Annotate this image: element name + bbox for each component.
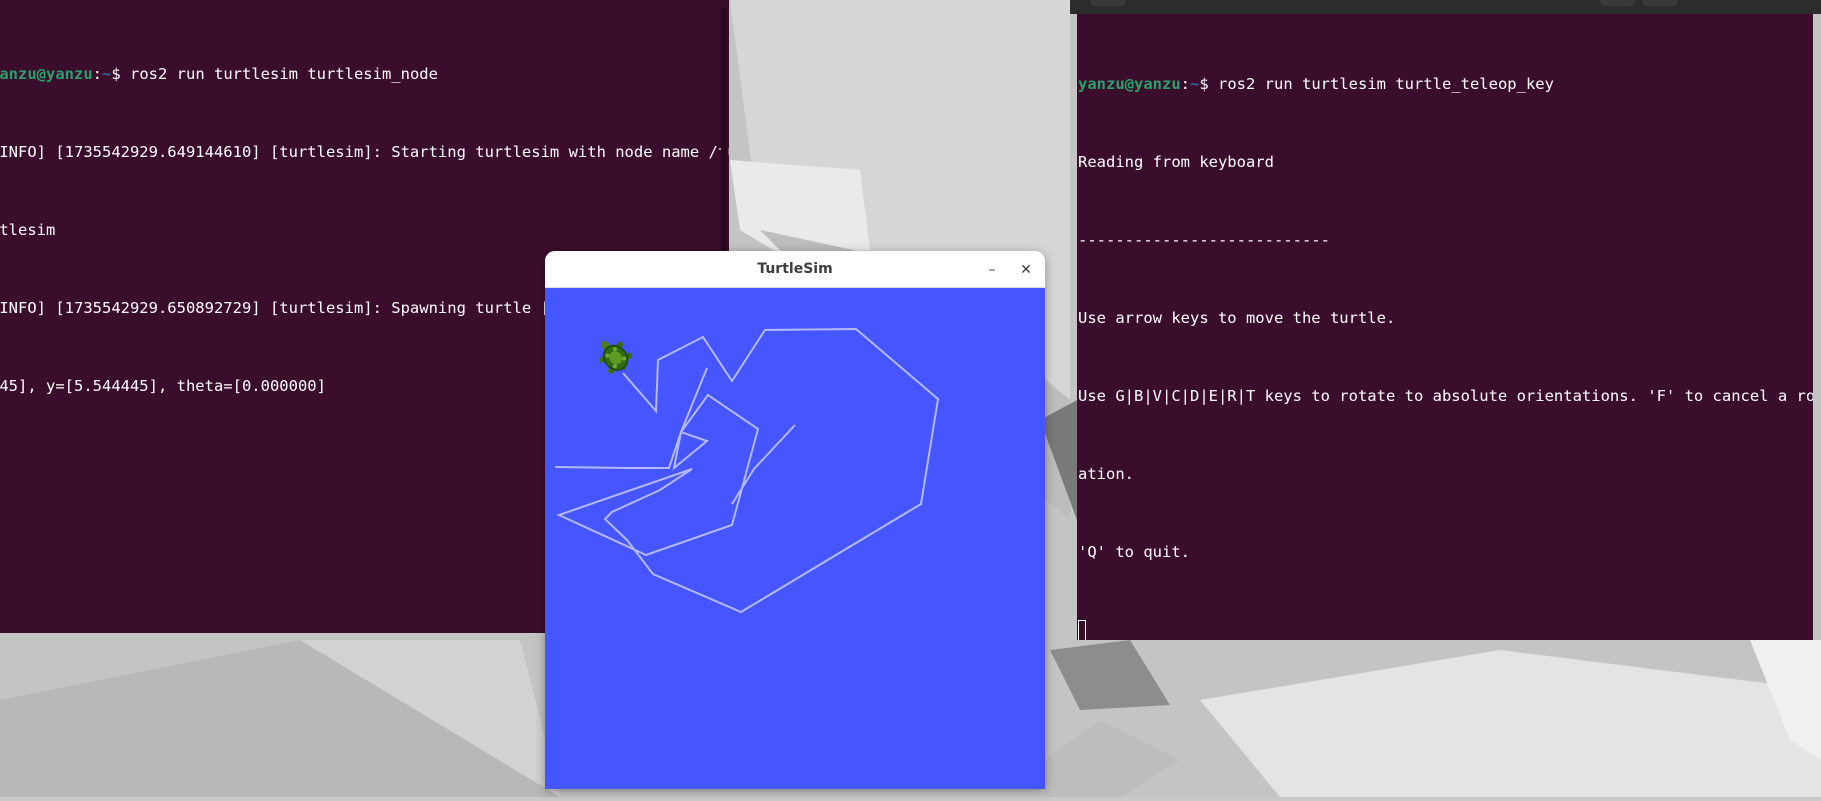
prompt-user: yanzu@yanzu <box>0 65 93 83</box>
minimize-button[interactable]: – <box>981 259 1003 281</box>
output-line: Reading from keyboard <box>1078 153 1274 171</box>
header-button[interactable] <box>1090 0 1126 6</box>
command-text: ros2 run turtlesim turtlesim_node <box>130 65 438 83</box>
text-cursor <box>1078 619 1086 640</box>
prompt-separator: : <box>92 65 102 83</box>
output-line: rtlesim <box>0 221 56 239</box>
header-button[interactable] <box>1600 0 1636 6</box>
header-button[interactable] <box>1642 0 1678 6</box>
close-button[interactable]: ✕ <box>1015 259 1037 281</box>
window-title: TurtleSim <box>757 261 833 277</box>
output-line: Use arrow keys to move the turtle. <box>1078 309 1396 327</box>
output-line: [INFO] [1735542929.649144610] [turtlesim… <box>0 143 729 161</box>
output-line: 'Q' to quit. <box>1078 543 1190 561</box>
prompt-separator: : <box>1180 75 1190 93</box>
prompt-symbol: $ <box>1199 75 1219 93</box>
right-terminal-window[interactable]: yanzu@yanzu:~$ ros2 run turtlesim turtle… <box>1077 14 1813 640</box>
output-line: ation. <box>1078 465 1134 483</box>
prompt-line: yanzu@yanzu:~$ ros2 run turtlesim turtle… <box>1078 71 1813 97</box>
right-terminal-header-bar <box>1070 0 1821 14</box>
turtle-canvas[interactable] <box>545 288 1045 789</box>
prompt-path: ~ <box>102 65 112 83</box>
window-titlebar[interactable]: TurtleSim – ✕ <box>545 251 1045 288</box>
prompt-path: ~ <box>1190 75 1200 93</box>
output-line: Use G|B|V|C|D|E|R|T keys to rotate to ab… <box>1078 387 1813 405</box>
turtlesim-window[interactable]: TurtleSim – ✕ <box>545 251 1045 789</box>
prompt-user: yanzu@yanzu <box>1078 75 1181 93</box>
prompt-symbol: $ <box>111 65 131 83</box>
command-text: ros2 run turtlesim turtle_teleop_key <box>1218 75 1554 93</box>
output-line: --------------------------- <box>1078 231 1330 249</box>
prompt-line: yanzu@yanzu:~$ ros2 run turtlesim turtle… <box>0 61 729 87</box>
